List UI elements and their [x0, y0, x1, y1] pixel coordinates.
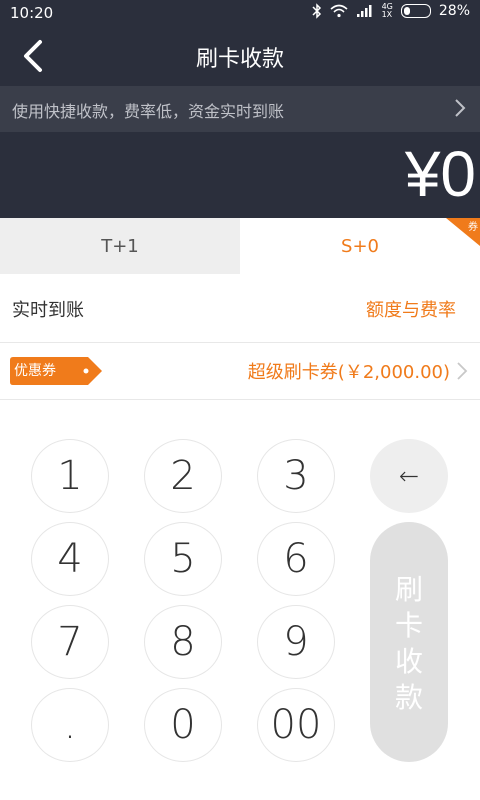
chevron-right-icon [455, 99, 466, 117]
key-3[interactable]: 3 [257, 439, 335, 513]
key-7[interactable]: 7 [31, 605, 109, 679]
key-8[interactable]: 8 [144, 605, 222, 679]
key-00[interactable]: 00 [257, 688, 335, 762]
bluetooth-icon [312, 3, 321, 19]
submit-label: 刷卡收款 [394, 573, 423, 714]
key-dot[interactable]: . [31, 688, 109, 762]
amount-display: ¥0 [0, 132, 480, 218]
key-4[interactable]: 4 [31, 522, 109, 596]
realtime-label: 实时到账 [12, 300, 84, 321]
key-5[interactable]: 5 [144, 522, 222, 596]
coupon-row[interactable]: 优惠券 超级刷卡券(￥2,000.00) [0, 343, 480, 400]
promo-banner[interactable]: 使用快捷收款，费率低，资金实时到账 [0, 86, 480, 132]
coupon-value: 超级刷卡券(￥2,000.00) [247, 362, 450, 383]
promo-text: 使用快捷收款，费率低，资金实时到账 [12, 102, 285, 121]
page-title: 刷卡收款 [195, 47, 284, 72]
badge-text: 券 [468, 220, 478, 233]
chevron-right-icon [457, 362, 468, 380]
status-time: 10:20 [10, 4, 54, 22]
nav-bar: 刷卡收款 [0, 26, 480, 86]
key-2[interactable]: 2 [144, 439, 222, 513]
signal-icon [356, 5, 372, 17]
settlement-tabs: T+1 S+0 券 [0, 218, 480, 274]
key-6[interactable]: 6 [257, 522, 335, 596]
battery-percent: 28% [438, 3, 470, 19]
status-bar: 10:20 4G 1X 28% [0, 0, 480, 26]
tab-label: S+0 [341, 235, 379, 257]
tab-s0[interactable]: S+0 券 [240, 218, 480, 274]
tab-t1[interactable]: T+1 [0, 218, 240, 274]
realtime-row: 实时到账 额度与费率 [0, 274, 480, 343]
network-type: 4G 1X [381, 2, 393, 19]
tab-label: T+1 [101, 235, 139, 257]
wifi-icon [330, 4, 348, 18]
key-1[interactable]: 1 [31, 439, 109, 513]
key-9[interactable]: 9 [257, 605, 335, 679]
coupon-corner-badge: 券 [446, 218, 480, 246]
swipe-pay-button[interactable]: 刷卡收款 [370, 522, 448, 762]
amount-value: ¥0 [404, 138, 476, 210]
status-icons: 4G 1X 28% [312, 3, 470, 19]
coupon-tag-label: 优惠券 [14, 363, 56, 379]
limit-rate-link[interactable]: 额度与费率 [366, 296, 456, 322]
delete-key[interactable]: ← [370, 439, 448, 513]
key-0[interactable]: 0 [144, 688, 222, 762]
battery-icon [400, 4, 431, 18]
